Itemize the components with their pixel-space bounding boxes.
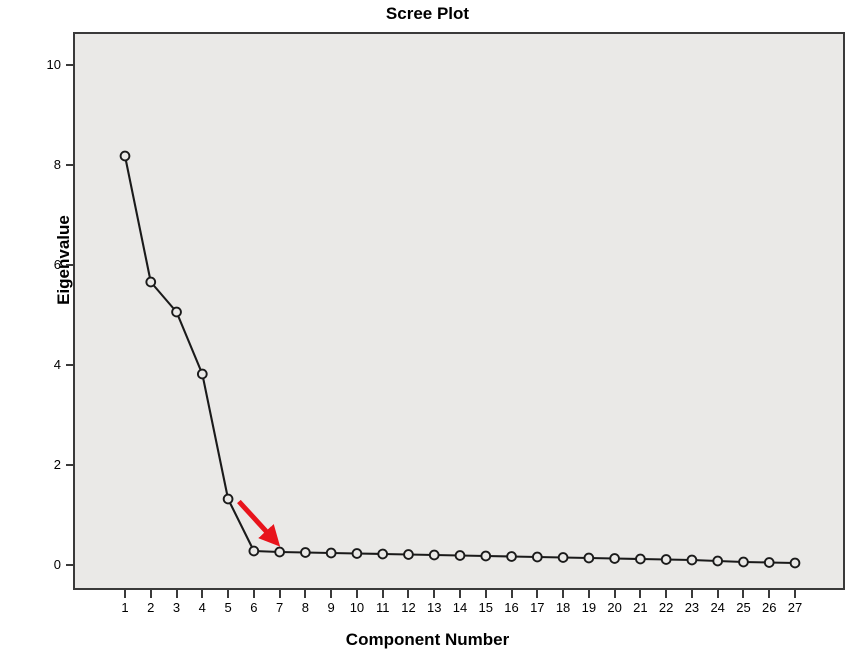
- x-tick-label: 10: [349, 600, 365, 615]
- x-tick-mark: [227, 590, 230, 598]
- x-axis-title: Component Number: [345, 630, 510, 649]
- y-tick-mark: [66, 64, 73, 66]
- y-tick-label: 4: [53, 357, 61, 372]
- x-tick-label: 17: [530, 600, 545, 615]
- x-tick-label: 4: [198, 600, 206, 615]
- x-tick-mark: [665, 590, 668, 598]
- y-tick-mark: [66, 464, 73, 466]
- x-tick-mark: [613, 590, 616, 598]
- x-tick-label: 18: [555, 600, 571, 615]
- x-tick-mark: [278, 590, 281, 598]
- x-tick-mark: [587, 590, 590, 598]
- y-tick-mark: [66, 564, 73, 566]
- x-tick-label: 9: [327, 600, 335, 615]
- x-tick-mark: [149, 590, 152, 598]
- y-tick-label: 8: [53, 157, 61, 172]
- x-tick-mark: [201, 590, 204, 598]
- x-tick-label: 14: [452, 600, 468, 615]
- x-tick-mark: [381, 590, 384, 598]
- x-tick-mark: [690, 590, 693, 598]
- x-tick-label: 19: [581, 600, 597, 615]
- x-tick-label: 11: [375, 600, 390, 615]
- x-tick-mark: [510, 590, 513, 598]
- x-tick-label: 15: [478, 600, 493, 615]
- x-tick-mark: [407, 590, 410, 598]
- x-tick-label: 25: [736, 600, 751, 615]
- plot-area: [73, 32, 845, 590]
- x-tick-label: 16: [504, 600, 519, 615]
- x-tick-label: 12: [401, 600, 416, 615]
- y-tick-label: 6: [53, 257, 61, 272]
- x-tick-mark: [330, 590, 333, 598]
- x-tick-mark: [562, 590, 565, 598]
- x-tick-label: 27: [787, 600, 803, 615]
- x-tick-label: 7: [275, 600, 284, 615]
- y-tick-mark: [66, 364, 73, 366]
- x-tick-label: 20: [607, 600, 622, 615]
- x-tick-mark: [742, 590, 745, 598]
- x-tick-mark: [716, 590, 719, 598]
- x-tick-label: 21: [633, 600, 648, 615]
- x-tick-label: 26: [761, 600, 777, 615]
- y-tick-label: 0: [53, 557, 61, 572]
- y-tick-mark: [66, 164, 73, 166]
- x-tick-mark: [304, 590, 307, 598]
- x-tick-mark: [355, 590, 358, 598]
- scree-plot-figure: Scree Plot Eigenvalue Component Number 0…: [0, 0, 855, 662]
- x-tick-label: 3: [172, 600, 181, 615]
- y-tick-mark: [66, 264, 73, 266]
- x-tick-mark: [484, 590, 487, 598]
- x-tick-label: 23: [684, 600, 700, 615]
- page-title: Scree Plot: [385, 4, 470, 23]
- x-tick-label: 6: [250, 600, 258, 615]
- x-tick-mark: [252, 590, 255, 598]
- y-tick-label: 2: [53, 457, 61, 472]
- x-tick-label: 2: [147, 600, 155, 615]
- x-tick-label: 24: [710, 600, 725, 615]
- x-tick-label: 1: [121, 600, 129, 615]
- x-tick-mark: [459, 590, 461, 598]
- x-tick-mark: [794, 590, 796, 598]
- x-tick-mark: [768, 590, 771, 598]
- x-tick-mark: [639, 590, 642, 598]
- y-tick-label: 10: [46, 57, 61, 72]
- x-tick-mark: [175, 590, 178, 598]
- x-tick-label: 22: [658, 600, 674, 615]
- x-tick-mark: [536, 590, 539, 598]
- x-tick-mark: [433, 590, 436, 598]
- x-tick-mark: [124, 590, 126, 598]
- x-tick-label: 5: [224, 600, 232, 615]
- x-tick-label: 8: [301, 600, 309, 615]
- x-tick-label: 13: [426, 600, 442, 615]
